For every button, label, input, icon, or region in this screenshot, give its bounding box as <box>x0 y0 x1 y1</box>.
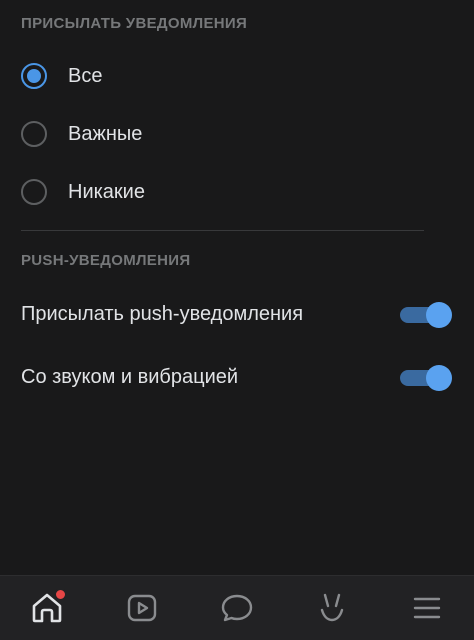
setting-row-sound[interactable]: Со звуком и вибрацией <box>0 358 474 398</box>
bottom-tab-bar <box>0 575 474 640</box>
tab-messages[interactable] <box>219 590 255 626</box>
tab-video[interactable] <box>124 590 160 626</box>
clips-icon <box>314 590 350 626</box>
setting-row-push[interactable]: Присылать push-уведомления <box>0 295 474 335</box>
section-divider <box>21 230 424 231</box>
tab-home[interactable] <box>29 588 67 626</box>
radio-button-checked[interactable] <box>21 63 47 89</box>
push-toggle-switch[interactable] <box>400 302 452 328</box>
menu-icon <box>409 590 445 626</box>
setting-label-sound: Со звуком и вибрацией <box>21 366 239 388</box>
setting-label-push: Присылать push-уведомления <box>21 303 304 325</box>
radio-option-none[interactable]: Никакие <box>0 163 474 221</box>
notification-settings-screen: ПРИСЫЛАТЬ УВЕДОМЛЕНИЯ Все Важные Никакие… <box>0 0 474 640</box>
radio-button[interactable] <box>21 179 47 205</box>
notification-badge-dot <box>54 588 67 601</box>
radio-label-important: Важные <box>68 122 143 145</box>
radio-option-all[interactable]: Все <box>0 47 474 105</box>
chat-bubble-icon <box>219 590 255 626</box>
video-play-icon <box>124 590 160 626</box>
radio-button[interactable] <box>21 121 47 147</box>
push-section-header: PUSH-УВЕДОМЛЕНИЯ <box>21 252 191 269</box>
toggle-thumb <box>426 302 452 328</box>
sound-toggle-switch[interactable] <box>400 365 452 391</box>
tab-clips[interactable] <box>314 590 350 626</box>
radio-label-all: Все <box>68 64 103 87</box>
toggle-thumb <box>426 365 452 391</box>
radio-option-important[interactable]: Важные <box>0 105 474 163</box>
radio-label-none: Никакие <box>68 180 145 203</box>
notifications-section-header: ПРИСЫЛАТЬ УВЕДОМЛЕНИЯ <box>21 15 248 32</box>
tab-menu[interactable] <box>409 590 445 626</box>
